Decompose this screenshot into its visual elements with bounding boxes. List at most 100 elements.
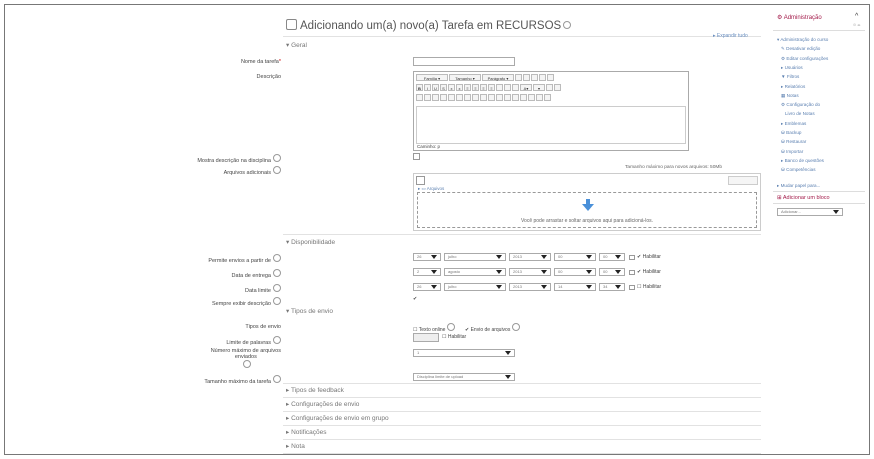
find-icon[interactable] xyxy=(531,74,538,81)
view-mode-icons[interactable] xyxy=(728,176,758,185)
editor-text-area[interactable] xyxy=(416,106,686,144)
calendar-icon[interactable] xyxy=(629,270,635,275)
help-icon[interactable] xyxy=(273,166,281,174)
date-month-select[interactable]: agosto xyxy=(444,268,506,276)
word-limit-input[interactable] xyxy=(413,333,439,342)
date-month-select[interactable]: julho xyxy=(444,283,506,291)
subscript-icon[interactable]: x xyxy=(448,84,455,91)
nolink-icon[interactable] xyxy=(496,94,503,101)
paste-word-icon[interactable] xyxy=(512,84,519,91)
replace-icon[interactable] xyxy=(539,74,546,81)
sidebar-item[interactable]: ⚙ Editar configurações xyxy=(781,56,828,62)
sidebar-item[interactable]: ▾ Administração do curso xyxy=(777,37,828,43)
paragraph-select[interactable]: Parágrafo ▾ xyxy=(482,74,514,81)
spellcheck-icon[interactable] xyxy=(504,94,511,101)
date-year-select[interactable]: 2013 xyxy=(509,283,551,291)
online-text-checkbox[interactable]: ☐ Texto online xyxy=(413,323,456,333)
font-size-select[interactable]: Tamanho ▾ xyxy=(449,74,481,81)
enable-checkbox[interactable]: ☐ Habilitar xyxy=(637,284,661,290)
font-family-select[interactable]: Família ▾ xyxy=(416,74,448,81)
date-year-select[interactable]: 2013 xyxy=(509,253,551,261)
block-controls-icon[interactable]: ⚙ ◂▸ xyxy=(853,23,861,27)
numbered-list-icon[interactable] xyxy=(424,94,431,101)
task-name-input[interactable] xyxy=(413,57,515,66)
sidebar-item[interactable]: ⛁ Restaurar xyxy=(781,139,806,145)
collapsed-section[interactable]: ▸ Configurações de envio em grupo xyxy=(286,414,389,422)
switch-role-link[interactable]: ▸ Mudar papel para... xyxy=(777,183,820,189)
help-icon[interactable] xyxy=(242,360,251,368)
indent-icon[interactable] xyxy=(440,94,447,101)
calendar-icon[interactable] xyxy=(629,285,635,290)
collapsed-section[interactable]: ▸ Nota xyxy=(286,442,305,450)
help-icon[interactable] xyxy=(512,323,521,331)
sidebar-item[interactable]: ▸ Banco de questões xyxy=(781,158,824,164)
align-left-icon[interactable]: ≡ xyxy=(464,84,471,91)
section-geral[interactable]: ▾ Geral xyxy=(286,41,307,49)
collapsed-section[interactable]: ▸ Configurações de envio xyxy=(286,400,359,408)
help-icon[interactable] xyxy=(273,154,281,162)
sidebar-item[interactable]: ✎ Desativar edição xyxy=(781,46,820,52)
expand-all-link[interactable]: ▸ Expandir tudo xyxy=(713,33,748,39)
date-year-select[interactable]: 2013 xyxy=(509,268,551,276)
date-day-select[interactable]: 2 xyxy=(413,268,441,276)
html-icon[interactable] xyxy=(544,94,551,101)
enable-checkbox[interactable]: ✔ Habilitar xyxy=(637,269,661,275)
section-disponibilidade[interactable]: ▾ Disponibilidade xyxy=(286,238,335,246)
italic-icon[interactable]: I xyxy=(424,84,431,91)
superscript-icon[interactable]: x xyxy=(456,84,463,91)
anchor-icon[interactable] xyxy=(464,94,471,101)
underline-icon[interactable]: U xyxy=(432,84,439,91)
redo-icon[interactable] xyxy=(523,74,530,81)
clean-icon[interactable] xyxy=(496,84,503,91)
emoticon-icon[interactable] xyxy=(528,94,535,101)
max-files-select[interactable]: 1 xyxy=(413,349,515,357)
rtl-icon[interactable] xyxy=(554,84,561,91)
date-minute-select[interactable]: 00 xyxy=(599,253,625,261)
help-icon[interactable] xyxy=(273,297,281,305)
sidebar-item[interactable]: ▸ Usuários xyxy=(781,65,803,71)
show-description-checkbox[interactable] xyxy=(413,153,420,160)
equation-icon[interactable] xyxy=(488,94,495,101)
background-color-icon[interactable]: ▾ xyxy=(533,84,545,91)
enable-checkbox[interactable]: ✔ Habilitar xyxy=(637,254,661,260)
text-color-icon[interactable]: A▾ xyxy=(520,84,532,91)
file-submissions-checkbox[interactable]: ✔ Envio de arquivos xyxy=(465,323,521,333)
sidebar-item[interactable]: Livro de Notas xyxy=(785,111,815,116)
collapsed-section[interactable]: ▸ Notificações xyxy=(286,428,326,436)
date-month-select[interactable]: julho xyxy=(444,253,506,261)
unlink-icon[interactable] xyxy=(456,94,463,101)
sidebar-item[interactable]: ▼ Filtros xyxy=(781,74,799,79)
add-block-select[interactable]: Adicionar... xyxy=(777,208,843,216)
word-limit-enable[interactable]: ☐ Habilitar xyxy=(442,334,466,340)
align-right-icon[interactable]: ≡ xyxy=(480,84,487,91)
outdent-icon[interactable] xyxy=(432,94,439,101)
sidebar-item[interactable]: ⚙ Configuração do xyxy=(781,102,820,108)
help-icon[interactable] xyxy=(273,336,281,344)
help-icon[interactable] xyxy=(273,269,281,277)
sidebar-item[interactable]: ▸ Emblemas xyxy=(781,121,806,127)
undo-icon[interactable] xyxy=(515,74,522,81)
bullet-list-icon[interactable] xyxy=(416,94,423,101)
sidebar-item[interactable]: ⛁ Competências xyxy=(781,167,816,173)
align-center-icon[interactable]: ≡ xyxy=(472,84,479,91)
ltr-icon[interactable] xyxy=(546,84,553,91)
bold-icon[interactable]: B xyxy=(416,84,423,91)
help-icon[interactable] xyxy=(563,21,572,29)
date-minute-select[interactable]: 34 xyxy=(599,283,625,291)
calendar-icon[interactable] xyxy=(629,255,635,260)
table-icon[interactable] xyxy=(512,94,519,101)
collapsed-section[interactable]: ▸ Tipos de feedback xyxy=(286,386,344,394)
sidebar-item[interactable]: ▸ Relatórios xyxy=(781,84,805,90)
fullscreen-icon[interactable] xyxy=(547,74,554,81)
sidebar-item[interactable]: ▦ Notas xyxy=(781,93,799,99)
add-file-icon[interactable] xyxy=(416,176,425,185)
date-minute-select[interactable]: 00 xyxy=(599,268,625,276)
charmap-icon[interactable] xyxy=(520,94,527,101)
paste-text-icon[interactable] xyxy=(504,84,511,91)
date-hour-select[interactable]: 00 xyxy=(554,253,596,261)
section-tipos-envio[interactable]: ▾ Tipos de envio xyxy=(286,307,333,315)
help-icon[interactable] xyxy=(273,375,281,383)
always-show-checkbox[interactable]: ✔ xyxy=(413,296,417,302)
description-editor[interactable]: Família ▾ Tamanho ▾ Parágrafo ▾ B I U Sx x ≡ ≡ ≡ ≡… xyxy=(413,71,689,151)
sidebar-item[interactable]: ⛁ Backup xyxy=(781,130,801,136)
